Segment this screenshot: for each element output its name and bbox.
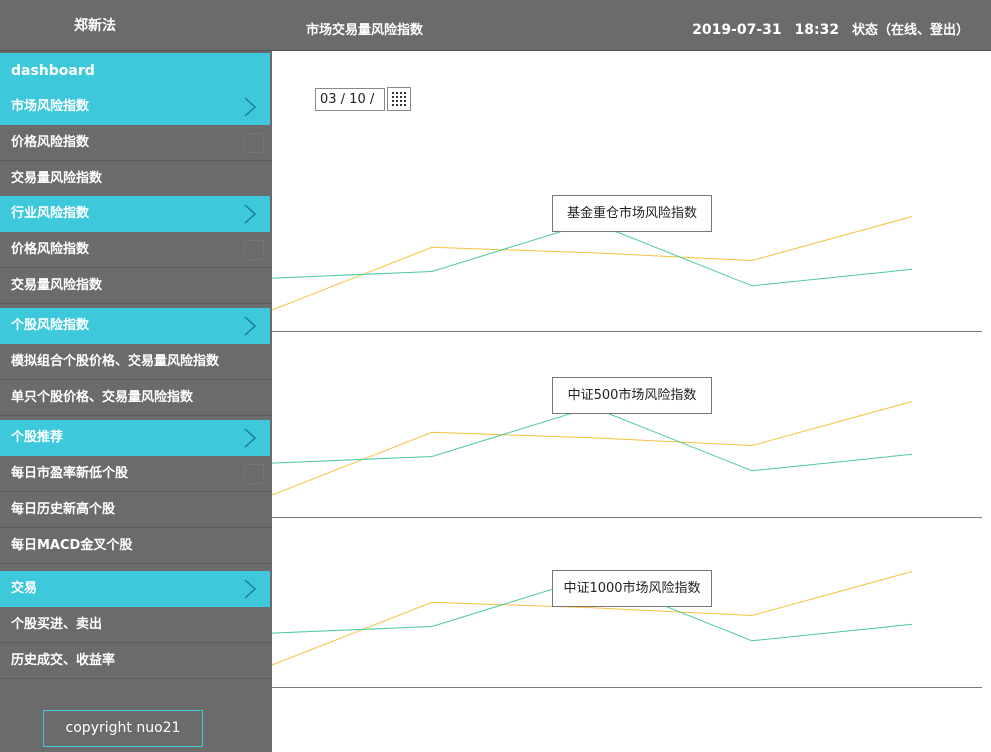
- grid-icon: [392, 92, 406, 106]
- sidebar-item-trade-history[interactable]: 历史成交、收益率: [0, 643, 272, 679]
- sidebar-item-label: 价格风险指数: [11, 135, 90, 150]
- chevron-right-icon: [244, 428, 257, 448]
- divider: [272, 331, 982, 332]
- calendar-grid-icon[interactable]: [387, 87, 411, 111]
- item-icon: [244, 464, 264, 484]
- series-line-0: [272, 401, 913, 496]
- chevron-right-icon: [244, 579, 257, 599]
- sidebar-item-label: 价格风险指数: [11, 242, 90, 257]
- sidebar-group-label: 个股推荐: [11, 430, 64, 445]
- divider: [272, 687, 982, 688]
- chevron-right-icon: [244, 97, 257, 117]
- sidebar-item-label: 每日历史新高个股: [11, 502, 116, 517]
- line-chart-csi1000: [272, 571, 913, 666]
- sidebar-group-stock-risk[interactable]: 个股风险指数: [0, 308, 270, 344]
- sidebar-group-industry-risk[interactable]: 行业风险指数: [0, 196, 270, 232]
- chevron-right-icon: [244, 316, 257, 336]
- sidebar-group-label: 行业风险指数: [11, 206, 90, 221]
- current-date: 2019-07-31: [692, 22, 782, 38]
- sidebar-item-dashboard[interactable]: dashboard: [0, 53, 270, 89]
- status-link[interactable]: 状态（在线、登出）: [852, 23, 969, 38]
- series-line-1: [272, 406, 913, 472]
- sidebar-group-trade[interactable]: 交易: [0, 571, 270, 607]
- sidebar-item-industry-price-risk[interactable]: 价格风险指数: [0, 232, 272, 268]
- sidebar-group-label: 市场风险指数: [11, 99, 90, 114]
- sidebar-item-label: 模拟组合个股价格、交易量风险指数: [11, 354, 220, 369]
- item-icon: [244, 240, 264, 260]
- sidebar-item-history-high[interactable]: 每日历史新高个股: [0, 492, 272, 528]
- chevron-right-icon: [244, 204, 257, 224]
- sidebar-item-label: 每日MACD金叉个股: [11, 538, 133, 553]
- sidebar-item-macd-cross[interactable]: 每日MACD金叉个股: [0, 528, 272, 564]
- sidebar-item-label: 交易量风险指数: [11, 171, 103, 186]
- sidebar-item-industry-volume-risk[interactable]: 交易量风险指数: [0, 268, 272, 304]
- sidebar-group-label: 交易: [11, 581, 38, 596]
- item-icon: [244, 133, 264, 153]
- sidebar-item-portfolio-risk[interactable]: 模拟组合个股价格、交易量风险指数: [0, 344, 272, 380]
- sidebar-item-label: 交易量风险指数: [11, 278, 103, 293]
- divider: [272, 517, 982, 518]
- sidebar-item-label: 历史成交、收益率: [11, 653, 116, 668]
- chart-title: 中证1000市场风险指数: [552, 570, 712, 607]
- sidebar-group-label: 个股风险指数: [11, 318, 90, 333]
- date-input[interactable]: 03 / 10 /: [315, 88, 385, 111]
- sidebar-group-stock-recommend[interactable]: 个股推荐: [0, 420, 270, 456]
- copyright-box: copyright nuo21: [43, 710, 203, 747]
- chart-title: 基金重仓市场风险指数: [552, 195, 712, 232]
- sidebar-item-label: 个股买进、卖出: [11, 617, 103, 632]
- sidebar-item-buy-sell[interactable]: 个股买进、卖出: [0, 607, 272, 643]
- sidebar-item-market-price-risk[interactable]: 价格风险指数: [0, 125, 272, 161]
- sidebar-item-label: 每日市盈率新低个股: [11, 466, 129, 481]
- chart-title: 中证500市场风险指数: [552, 377, 712, 414]
- top-bar-right: 2019-07-31 18:32 状态（在线、登出）: [684, 19, 969, 38]
- sidebar-item-single-stock-risk[interactable]: 单只个股价格、交易量风险指数: [0, 380, 272, 416]
- top-bar: 郑新法 市场交易量风险指数 2019-07-31 18:32 状态（在线、登出）: [0, 0, 991, 51]
- current-time: 18:32: [794, 22, 840, 38]
- sidebar: dashboard 市场风险指数 价格风险指数 交易量风险指数 行业风险指数 价…: [0, 51, 272, 752]
- user-name: 郑新法: [74, 18, 116, 34]
- sidebar-item-pe-low[interactable]: 每日市盈率新低个股: [0, 456, 272, 492]
- sidebar-item-label: 单只个股价格、交易量风险指数: [11, 390, 194, 405]
- sidebar-item-market-volume-risk[interactable]: 交易量风险指数: [0, 161, 272, 197]
- page-title: 市场交易量风险指数: [306, 23, 424, 38]
- sidebar-group-market-risk[interactable]: 市场风险指数: [0, 89, 270, 125]
